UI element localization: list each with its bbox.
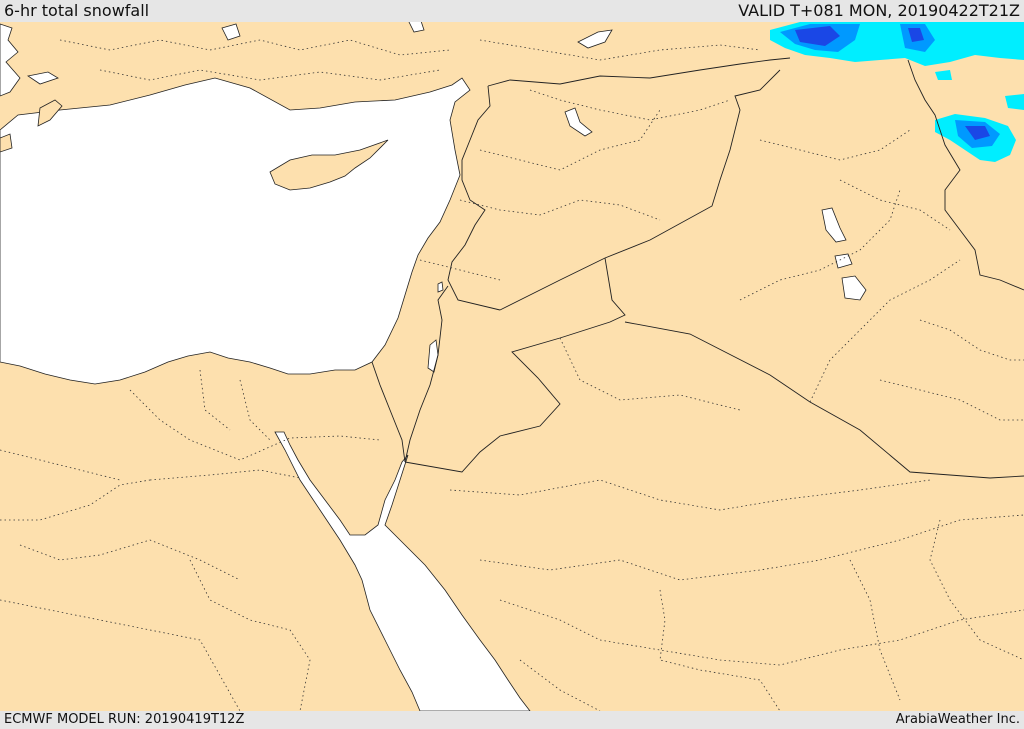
sea-of-galilee <box>437 281 444 293</box>
map-title: 6-hr total snowfall <box>4 1 150 20</box>
credit-text: ArabiaWeather Inc. <box>895 712 1020 727</box>
snowfall-map[interactable] <box>0 22 1024 711</box>
model-run: ECMWF MODEL RUN: 20190419T12Z <box>4 712 245 727</box>
header-bar: 6-hr total snowfall VALID T+081 MON, 201… <box>0 0 1024 22</box>
valid-time: VALID T+081 MON, 20190422T21Z <box>738 1 1020 20</box>
footer-bar: ECMWF MODEL RUN: 20190419T12Z ArabiaWeat… <box>0 711 1024 729</box>
